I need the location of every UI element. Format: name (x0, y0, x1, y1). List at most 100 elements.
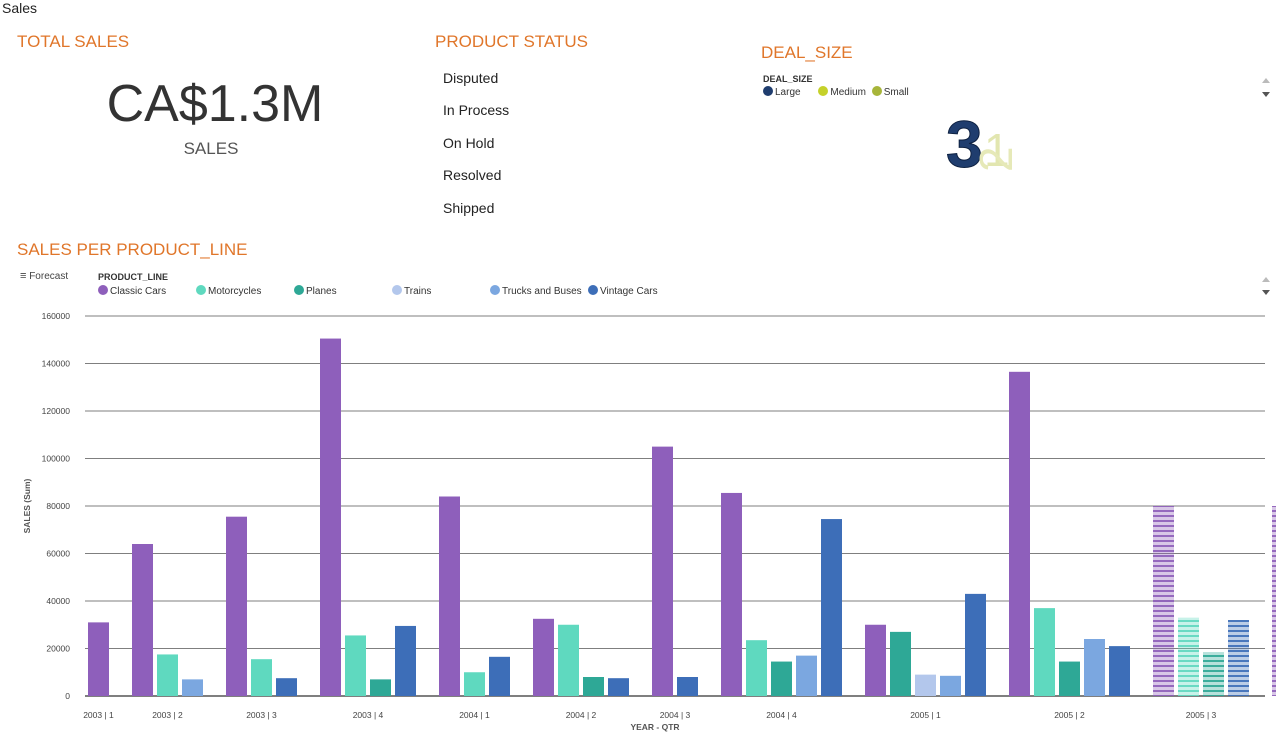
sales-chart-title: SALES PER PRODUCT_LINE (17, 240, 248, 259)
x-tick-label: 2005 | 3 (1186, 710, 1217, 720)
bar[interactable] (1228, 620, 1249, 696)
bar[interactable] (489, 656, 510, 696)
status-item-resolved[interactable]: Resolved (443, 167, 501, 183)
deal-size-title: DEAL_SIZE (761, 43, 853, 62)
bar[interactable] (1034, 608, 1055, 696)
bar[interactable] (558, 624, 579, 696)
bar[interactable] (395, 625, 416, 696)
x-tick-label: 2003 | 3 (246, 710, 277, 720)
y-tick-label: 160000 (42, 311, 71, 321)
legend-item-vintage-cars[interactable]: Vintage Cars (588, 285, 658, 297)
forecast-label: Forecast (29, 271, 69, 282)
legend-dot (588, 285, 598, 295)
legend-item-small[interactable]: Small (871, 86, 909, 98)
bar[interactable] (439, 496, 460, 697)
chart-scroll-down[interactable] (1262, 290, 1270, 295)
bar[interactable] (533, 618, 554, 696)
legend-item-trucks-and-buses[interactable]: Trucks and Buses (490, 285, 582, 297)
bar[interactable] (1059, 661, 1080, 696)
page-title: Sales (2, 0, 38, 16)
product-line-legend-title: PRODUCT_LINE (98, 272, 169, 282)
bar[interactable] (940, 675, 961, 696)
legend-dot-medium (818, 86, 829, 96)
bar[interactable] (677, 677, 698, 696)
legend-item-large[interactable]: Large (763, 86, 801, 98)
legend-dot (490, 285, 500, 295)
x-axis-label: YEAR - QTR (630, 722, 679, 732)
legend-item-motorcycles[interactable]: Motorcycles (196, 285, 261, 297)
legend-label: Planes (306, 286, 337, 297)
bar[interactable] (88, 622, 109, 696)
x-tick-label: 2004 | 1 (459, 710, 490, 720)
status-item-disputed[interactable]: Disputed (443, 70, 498, 86)
total-sales-title: TOTAL SALES (17, 32, 130, 51)
deal-size-scroll-up[interactable] (1262, 78, 1270, 83)
bar[interactable] (182, 679, 203, 696)
legend-item-medium[interactable]: Medium (818, 86, 866, 98)
legend-dot-small (871, 86, 882, 96)
bar[interactable] (132, 544, 153, 696)
deal-size-word-cloud: 3 1 2 (946, 107, 1023, 182)
x-tick-label: 2005 | 1 (910, 710, 941, 720)
bar[interactable] (771, 661, 792, 696)
legend-item-classic-cars[interactable]: Classic Cars (98, 285, 166, 297)
y-tick-label: 80000 (46, 501, 70, 511)
status-item-on-hold[interactable]: On Hold (443, 135, 494, 151)
bar[interactable] (796, 655, 817, 696)
legend-label: Trucks and Buses (502, 286, 582, 297)
bar[interactable] (583, 677, 604, 696)
bar[interactable] (821, 519, 842, 696)
status-item-shipped[interactable]: Shipped (443, 200, 494, 216)
bar[interactable] (251, 659, 272, 696)
legend-label: Classic Cars (110, 286, 167, 297)
bar[interactable] (226, 516, 247, 696)
bar[interactable] (1009, 371, 1030, 696)
bar[interactable] (746, 640, 767, 696)
bar[interactable] (345, 635, 366, 696)
bar[interactable] (1272, 506, 1276, 696)
bar[interactable] (1153, 506, 1174, 696)
bar[interactable] (890, 631, 911, 696)
bar[interactable] (370, 679, 391, 696)
bar[interactable] (464, 672, 485, 696)
legend-label: Vintage Cars (600, 286, 658, 297)
chart-scroll-up[interactable] (1262, 277, 1270, 282)
bar[interactable] (157, 654, 178, 696)
y-tick-label: 20000 (46, 644, 70, 654)
bar[interactable] (865, 624, 886, 696)
bar[interactable] (915, 674, 936, 696)
deal-size-value-small[interactable]: 2 (970, 146, 1022, 172)
bar[interactable] (652, 446, 673, 696)
status-item-in-process[interactable]: In Process (443, 102, 509, 118)
sales-bar-chart: 0 20000 40000 60000 80000 100000 120000 140000 1… (22, 311, 1276, 732)
bar[interactable] (721, 492, 742, 696)
deal-size-scroll-down[interactable] (1262, 92, 1270, 97)
total-sales-value: CA$1.3M (106, 75, 324, 133)
x-tick-label: 2003 | 2 (152, 710, 183, 720)
legend-dot-large (763, 86, 773, 96)
y-tick-label: 0 (65, 691, 70, 701)
y-tick-label: 100000 (42, 454, 71, 464)
x-tick-label: 2004 | 2 (566, 710, 597, 720)
x-tick-label: 2004 | 4 (766, 710, 797, 720)
legend-item-trains[interactable]: Trains (392, 285, 431, 297)
deal-size-legend-title: DEAL_SIZE (763, 74, 813, 84)
x-tick-label: 2003 | 4 (353, 710, 384, 720)
legend-label: Trains (404, 286, 432, 297)
bar[interactable] (320, 338, 341, 696)
bar[interactable] (1109, 646, 1130, 696)
x-tick-label: 2004 | 3 (660, 710, 691, 720)
legend-dot (98, 285, 108, 295)
bar[interactable] (276, 678, 297, 696)
bar[interactable] (1203, 652, 1224, 696)
bar[interactable] (1178, 617, 1199, 696)
forecast-button[interactable]: ≡ Forecast (20, 270, 68, 282)
y-axis-label: SALES (Sum) (22, 478, 32, 533)
bar[interactable] (608, 678, 629, 696)
bar[interactable] (1084, 639, 1105, 696)
legend-item-planes[interactable]: Planes (294, 285, 337, 297)
y-tick-label: 140000 (42, 359, 71, 369)
bar[interactable] (965, 593, 986, 696)
legend-dot (392, 285, 402, 295)
product-status-title: PRODUCT STATUS (435, 32, 589, 51)
